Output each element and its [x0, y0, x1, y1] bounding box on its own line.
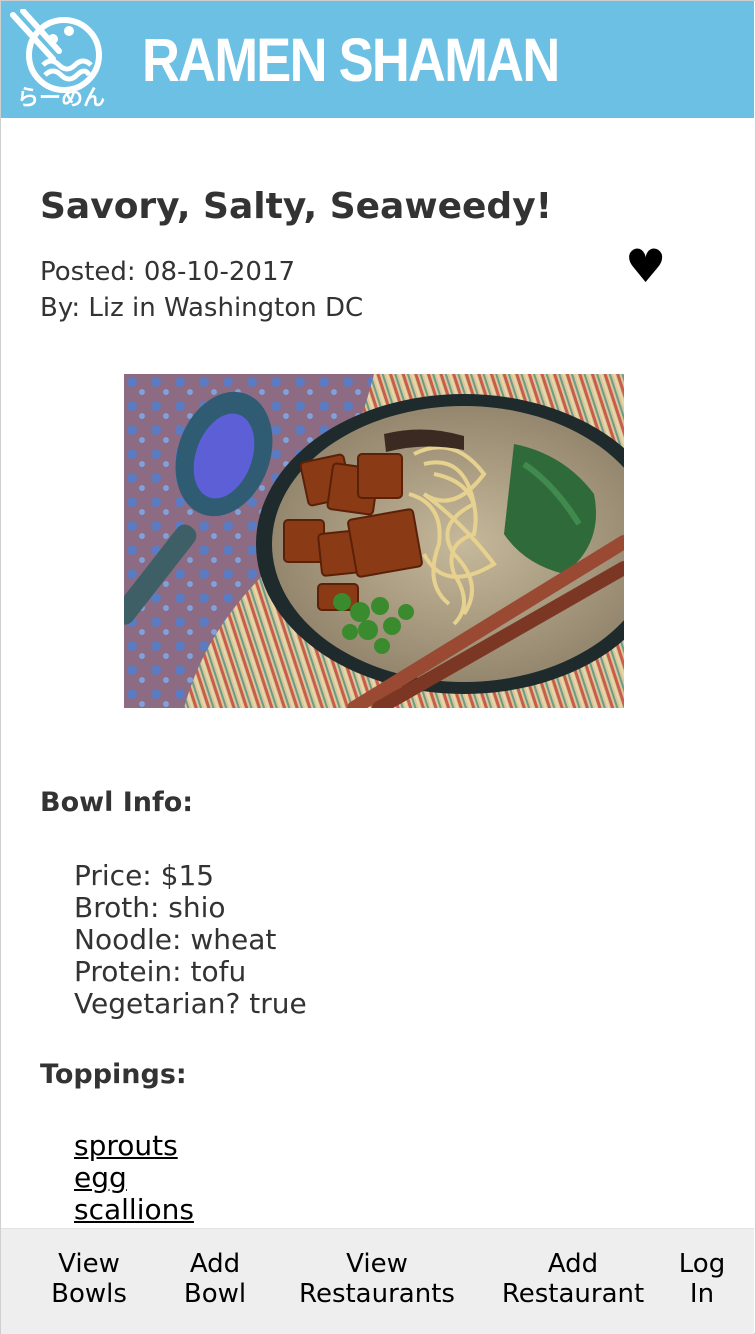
broth-value: Broth: shio [74, 891, 226, 924]
nav-view-restaurants[interactable]: View Restaurants [297, 1249, 457, 1309]
nav-view-restaurants-line1: View [346, 1249, 408, 1279]
nav-add-restaurant[interactable]: Add Restaurant [499, 1249, 647, 1309]
topping-item: sprouts [74, 1130, 194, 1162]
nav-log-in[interactable]: Log In [675, 1249, 729, 1309]
nav-add-restaurant-line1: Add [547, 1249, 599, 1279]
nav-add-bowl[interactable]: Add Bowl [177, 1249, 253, 1309]
nav-view-bowls-line1: View [58, 1249, 120, 1279]
topping-item: egg [74, 1162, 194, 1194]
topping-link-scallions[interactable]: scallions [74, 1193, 194, 1226]
topping-link-sprouts[interactable]: sprouts [74, 1129, 178, 1162]
nav-add-bowl-line2: Bowl [183, 1279, 247, 1309]
bottom-nav: View Bowls Add Bowl View Restaurants Add… [1, 1228, 754, 1334]
heart-icon[interactable]: ♥ [625, 240, 666, 292]
nav-view-bowls[interactable]: View Bowls [49, 1249, 129, 1309]
post-title: Savory, Salty, Seaweedy! [40, 186, 553, 227]
nav-view-restaurants-line2: Restaurants [299, 1279, 455, 1309]
post-date: Posted: 08-10-2017 [40, 257, 296, 287]
app-header: らーめん RAMEN SHAMAN [1, 1, 754, 118]
nav-add-bowl-line1: Add [189, 1249, 241, 1279]
nav-log-in-line1: Log [678, 1249, 726, 1279]
topping-item: scallions [74, 1194, 194, 1226]
nav-add-restaurant-line2: Restaurant [501, 1279, 645, 1309]
noodle-value: Noodle: wheat [74, 923, 277, 956]
nav-log-in-line2: In [689, 1279, 715, 1309]
protein-value: Protein: tofu [74, 955, 247, 988]
toppings-heading: Toppings: [40, 1059, 187, 1090]
nav-view-bowls-line2: Bowls [51, 1279, 127, 1309]
bowl-info-heading: Bowl Info: [40, 787, 194, 818]
brand-title[interactable]: RAMEN SHAMAN [142, 25, 560, 95]
bowl-info-list: Price: $15 Broth: shio Noodle: wheat Pro… [74, 860, 307, 1020]
topping-link-egg[interactable]: egg [74, 1161, 127, 1194]
toppings-list: sprouts egg scallions [74, 1130, 194, 1226]
vegetarian-value: Vegetarian? true [74, 987, 307, 1020]
logo-text: らーめん [17, 86, 106, 111]
post-author: By: Liz in Washington DC [40, 293, 364, 323]
ramen-bowl-logo-icon[interactable]: らーめん [9, 8, 113, 115]
price-value: Price: $15 [74, 859, 215, 892]
ramen-bowl-photo [124, 374, 624, 708]
